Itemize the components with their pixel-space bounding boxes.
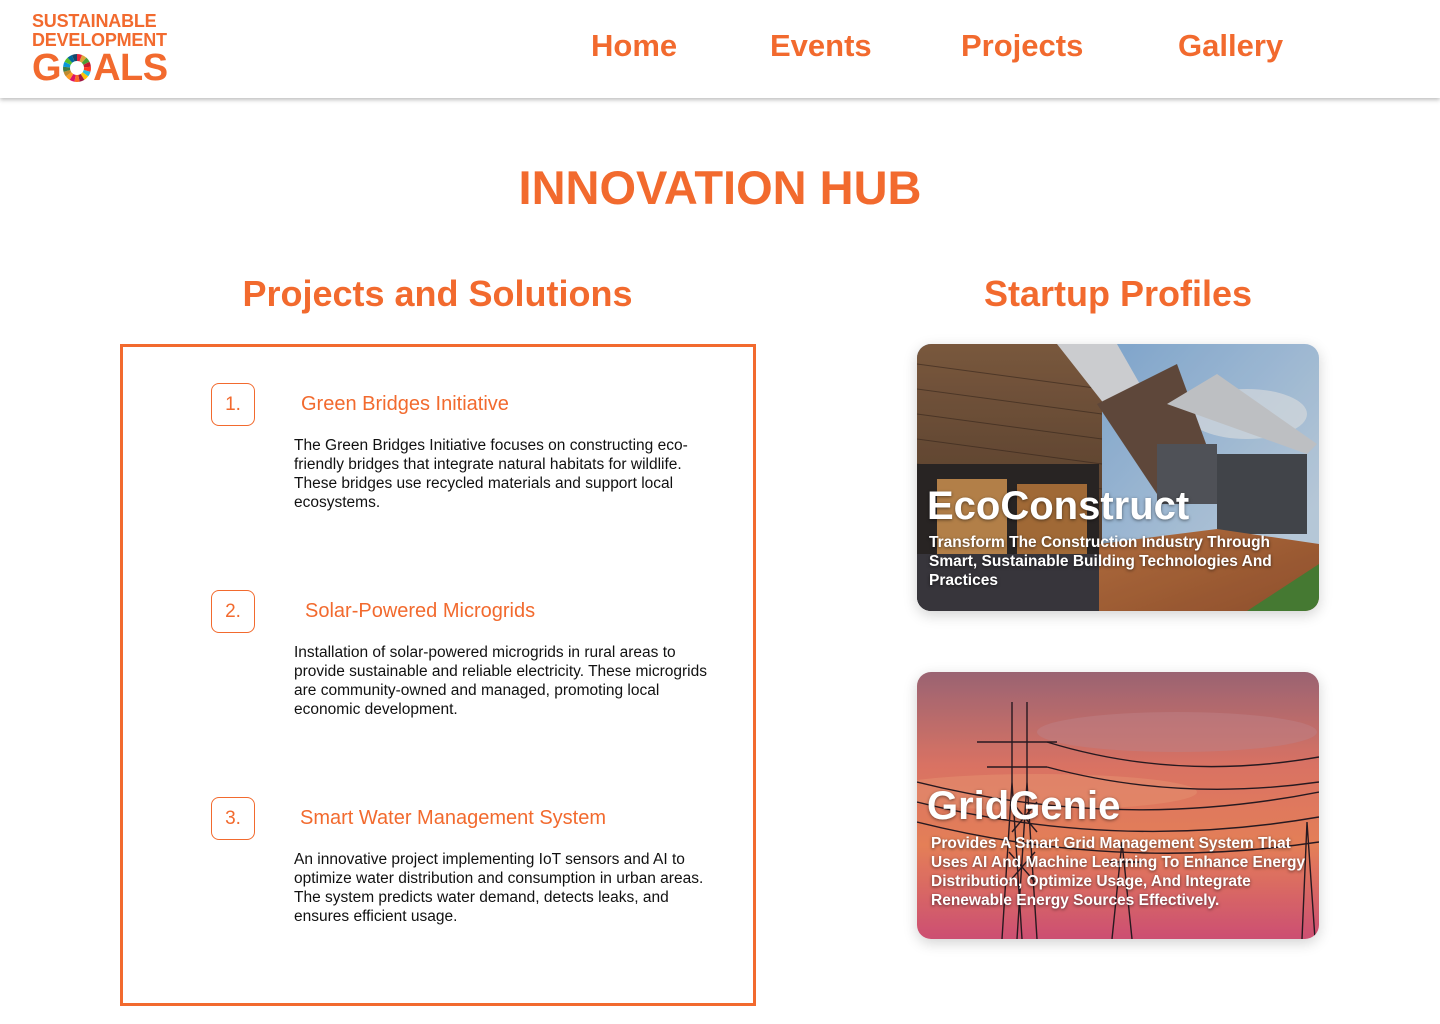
sdg-color-wheel-icon [63,54,92,82]
project-title[interactable]: Smart Water Management System [300,805,606,831]
project-item[interactable]: 1. Green Bridges Initiative The Green Br… [211,383,688,543]
project-number-badge: 3. [211,797,255,840]
startup-description: Transform The Construction Industry Thro… [929,534,1272,589]
logo-line-3: G ALS [32,47,182,89]
page-title: INNOVATION HUB [518,161,922,214]
startups-section-title: Startup Profiles [983,273,1253,314]
project-description: Installation of solar-powered microgrids… [294,644,707,718]
startup-name: EcoConstruct [927,484,1190,528]
logo-letter-g: G [32,47,62,89]
logo-letters-als: ALS [93,47,168,89]
project-number-badge: 2. [211,590,255,633]
project-title[interactable]: Green Bridges Initiative [301,391,509,417]
projects-list-panel: 1. Green Bridges Initiative The Green Br… [120,344,756,1006]
startup-card-gridgenie[interactable]: GridGenie Provides A Smart Grid Manageme… [917,672,1319,939]
project-description: An innovative project implementing IoT s… [294,851,704,925]
nav-gallery[interactable]: Gallery [1178,26,1283,66]
project-item[interactable]: 2. Solar-Powered Microgrids Installation… [211,590,707,750]
startup-name: GridGenie [927,784,1121,828]
nav-home[interactable]: Home [591,26,677,66]
projects-section-title: Projects and Solutions [242,273,633,314]
startup-description: Provides A Smart Grid Management System … [931,835,1306,909]
project-number-badge: 1. [211,383,255,426]
sdg-logo[interactable]: SUSTAINABLE DEVELOPMENT G ALS [32,11,182,89]
top-navigation-bar: SUSTAINABLE DEVELOPMENT G ALS Home Event… [0,0,1440,98]
nav-events[interactable]: Events [770,26,872,66]
project-description: The Green Bridges Initiative focuses on … [294,437,688,511]
project-item[interactable]: 3. Smart Water Management System An inno… [211,797,703,957]
project-title[interactable]: Solar-Powered Microgrids [305,598,535,624]
logo-line-1: SUSTAINABLE [32,11,157,31]
nav-projects[interactable]: Projects [961,26,1083,66]
startup-card-ecoconstruct[interactable]: EcoConstruct Transform The Construction … [917,344,1319,611]
